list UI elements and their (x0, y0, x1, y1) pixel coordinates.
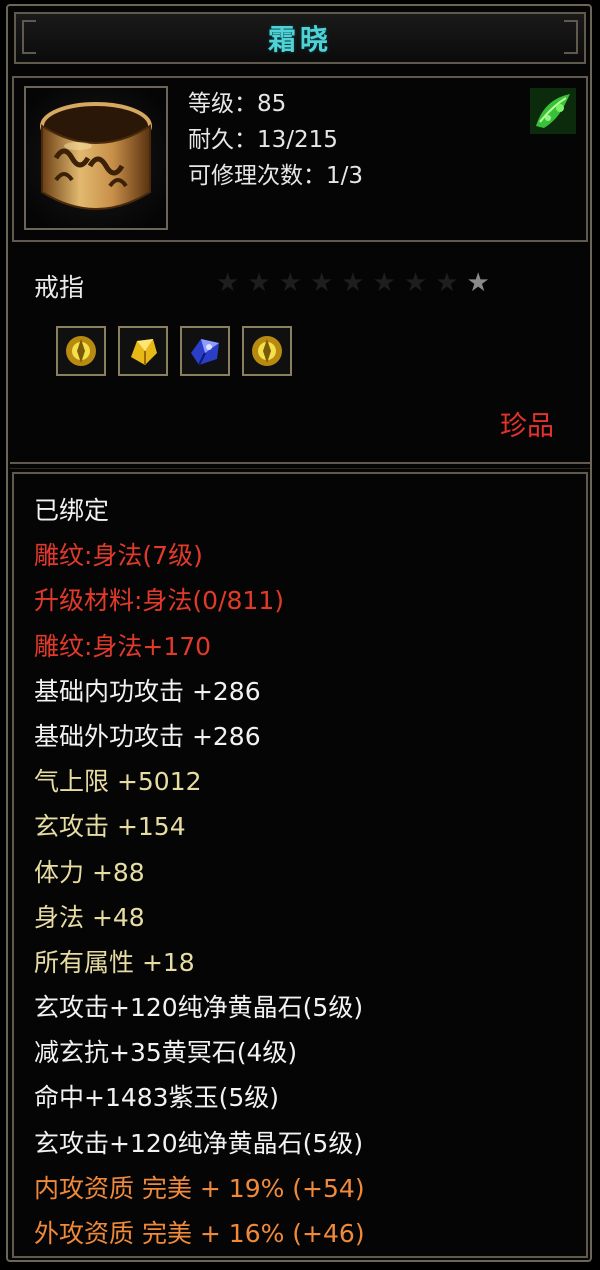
star-icon: ★ (247, 268, 271, 298)
repair-count-stat: 可修理次数：1/3 (188, 163, 364, 189)
item-stats: 等级：85 耐久：13/215 可修理次数：1/3 (188, 86, 363, 194)
attribute-line: 命中+1483紫玉(5级) (34, 1083, 279, 1113)
attribute-line: 升级材料:身法(0/811) (34, 586, 284, 616)
attribute-line: 体力 +88 (34, 857, 145, 887)
attribute-line: 气上限 +5012 (34, 767, 202, 797)
attribute-line: 所有属性 +18 (34, 947, 195, 977)
durability-stat: 耐久：13/215 (188, 127, 338, 153)
blue-gem-icon[interactable] (180, 326, 230, 376)
item-type: 戒指 (34, 273, 85, 302)
star-icon: ★ (372, 268, 396, 298)
section-divider (10, 462, 590, 469)
level-stat: 等级：85 (188, 91, 287, 117)
star-icon: ★ (435, 268, 459, 298)
attribute-list: 已绑定 雕纹:身法(7级) 升级材料:身法(0/811) 雕纹:身法+170 基… (34, 488, 365, 1256)
attribute-line: 玄攻击+120纯净黄晶石(5级) (34, 993, 364, 1023)
gem-sockets (56, 326, 292, 376)
attribute-line: 雕纹:身法(7级) (34, 541, 203, 571)
star-icon: ★ (216, 268, 240, 298)
gold-gem-icon[interactable] (118, 326, 168, 376)
attribute-line: 已绑定 (34, 496, 110, 525)
star-rating: ★ ★ ★ ★ ★ ★ ★ ★ ★ (216, 268, 490, 298)
star-icon: ★ (309, 268, 334, 298)
attribute-line: 减玄抗+35黄冥石(4级) (34, 1038, 298, 1068)
star-icon: ★ (278, 268, 302, 298)
attribute-line: 内攻资质 完美 + 19% (+54) (34, 1173, 365, 1203)
attribute-line: 基础外功攻击 +286 (34, 721, 261, 751)
ring-icon (24, 86, 168, 230)
attribute-line: 外攻资质 完美 + 16% (+46) (34, 1219, 365, 1248)
item-name: 霜晓 (267, 23, 332, 56)
green-leaf-icon (530, 88, 576, 134)
attribute-line: 玄攻击 +154 (34, 812, 186, 842)
star-icon: ★ (403, 268, 428, 298)
yellow-gem-icon[interactable] (56, 326, 106, 376)
yellow-gem-icon[interactable] (242, 326, 292, 376)
star-icon: ★ (466, 268, 490, 298)
attribute-line: 雕纹:身法+170 (34, 631, 212, 661)
attribute-line: 基础内功攻击 +286 (34, 676, 261, 706)
star-icon: ★ (341, 268, 365, 298)
rarity-label: 珍品 (500, 411, 554, 442)
attribute-line: 身法 +48 (34, 902, 145, 932)
attribute-line: 玄攻击+120纯净黄晶石(5级) (34, 1128, 364, 1158)
title-bar: 霜晓 (14, 12, 586, 64)
